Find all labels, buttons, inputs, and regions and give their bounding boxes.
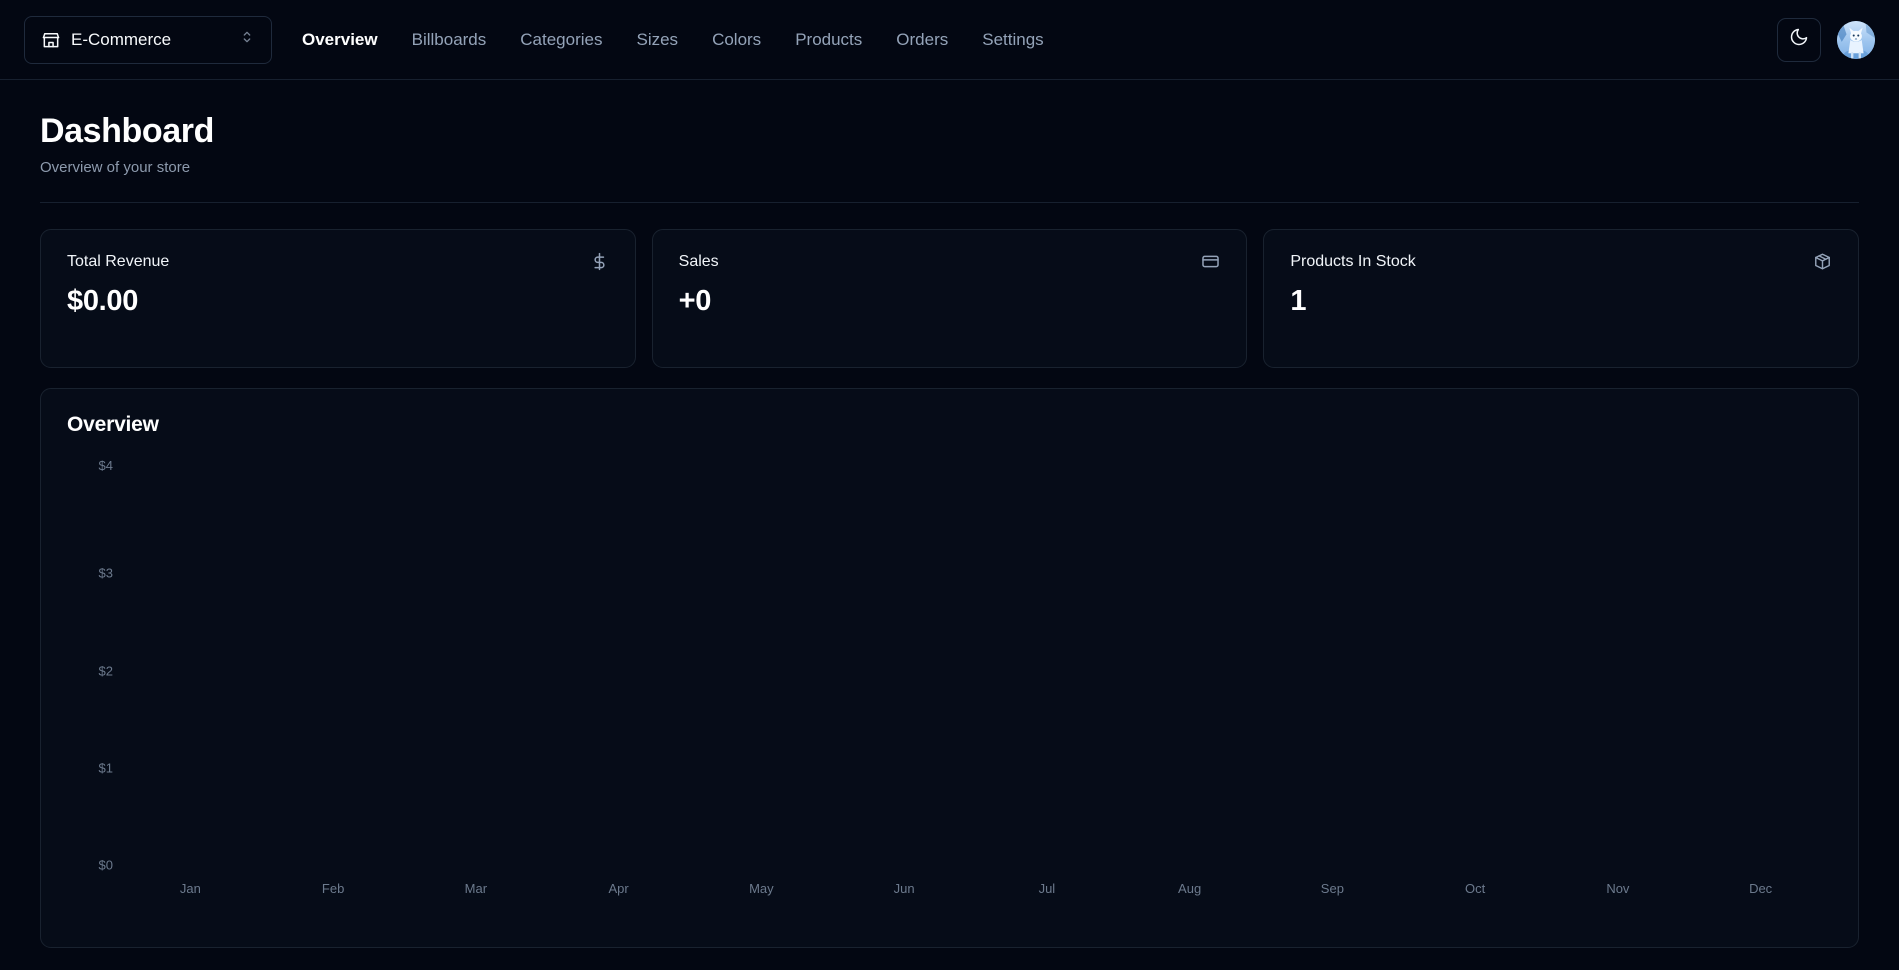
stat-label: Sales bbox=[679, 253, 719, 271]
stat-value: 1 bbox=[1290, 285, 1832, 318]
stat-card-total-revenue: Total Revenue $0.00 bbox=[40, 229, 636, 368]
x-axis-tick: Jun bbox=[833, 881, 976, 896]
x-axis-tick: Jan bbox=[119, 881, 262, 896]
x-axis-tick: Jul bbox=[976, 881, 1119, 896]
credit-card-icon bbox=[1201, 252, 1220, 271]
x-axis-tick: May bbox=[690, 881, 833, 896]
stat-card-products-in-stock: Products In Stock 1 bbox=[1263, 229, 1859, 368]
header-actions bbox=[1777, 18, 1875, 62]
y-axis-tick: $4 bbox=[99, 459, 113, 472]
stat-value: +0 bbox=[679, 285, 1221, 318]
store-switcher[interactable]: E-Commerce bbox=[24, 16, 272, 64]
x-axis-tick: Oct bbox=[1404, 881, 1547, 896]
chart-bar-slot bbox=[976, 463, 1119, 865]
chart-bar-slot bbox=[1404, 463, 1547, 865]
chart-body: $0 $1 $2 $3 $4 JanFebMarAprMayJunJulAugS… bbox=[67, 463, 1832, 911]
nav-item-overview[interactable]: Overview bbox=[302, 31, 378, 48]
nav-item-orders[interactable]: Orders bbox=[896, 31, 948, 48]
chart-bar-slot bbox=[1261, 463, 1404, 865]
nav-item-sizes[interactable]: Sizes bbox=[636, 31, 678, 48]
avatar[interactable] bbox=[1837, 21, 1875, 59]
x-axis-tick: Apr bbox=[547, 881, 690, 896]
chart-bar-slot bbox=[547, 463, 690, 865]
nav-item-colors[interactable]: Colors bbox=[712, 31, 761, 48]
chart-y-axis: $0 $1 $2 $3 $4 bbox=[67, 463, 119, 911]
chart-x-axis: JanFebMarAprMayJunJulAugSepOctNovDec bbox=[119, 865, 1832, 911]
dollar-sign-icon bbox=[590, 252, 609, 271]
x-axis-tick: Nov bbox=[1547, 881, 1690, 896]
chart-title: Overview bbox=[67, 413, 1832, 437]
app-header: E-Commerce Overview Billboards Categorie… bbox=[0, 0, 1899, 80]
chart-bar-slot bbox=[1689, 463, 1832, 865]
chart-bar-slot bbox=[833, 463, 976, 865]
section-divider bbox=[40, 202, 1859, 203]
y-axis-tick: $1 bbox=[99, 761, 113, 774]
stat-label: Total Revenue bbox=[67, 253, 169, 271]
stat-value: $0.00 bbox=[67, 285, 609, 318]
moon-icon bbox=[1789, 27, 1809, 52]
stat-card-sales: Sales +0 bbox=[652, 229, 1248, 368]
x-axis-tick: Mar bbox=[405, 881, 548, 896]
stat-card-header: Sales bbox=[679, 252, 1221, 271]
nav-item-products[interactable]: Products bbox=[795, 31, 862, 48]
chart-plot-area bbox=[119, 463, 1832, 865]
y-axis-tick: $0 bbox=[99, 859, 113, 872]
stats-row: Total Revenue $0.00 Sales bbox=[40, 229, 1859, 368]
chart-bar-slot bbox=[1547, 463, 1690, 865]
chart-bar-slot bbox=[690, 463, 833, 865]
store-name: E-Commerce bbox=[71, 30, 229, 50]
x-axis-tick: Sep bbox=[1261, 881, 1404, 896]
chart-bar-slot bbox=[119, 463, 262, 865]
overview-chart-card: Overview $0 $1 $2 $3 $4 JanFebMarAprMayJ… bbox=[40, 388, 1859, 948]
store-icon bbox=[41, 30, 61, 50]
nav-item-billboards[interactable]: Billboards bbox=[412, 31, 487, 48]
stat-card-header: Total Revenue bbox=[67, 252, 609, 271]
x-axis-tick: Aug bbox=[1118, 881, 1261, 896]
chevron-up-down-icon bbox=[239, 29, 255, 50]
x-axis-tick: Dec bbox=[1689, 881, 1832, 896]
stat-card-header: Products In Stock bbox=[1290, 252, 1832, 271]
stat-label: Products In Stock bbox=[1290, 253, 1415, 271]
chart-bar-slot bbox=[405, 463, 548, 865]
chart-bar-slot bbox=[262, 463, 405, 865]
chart-plot-wrap: JanFebMarAprMayJunJulAugSepOctNovDec bbox=[119, 463, 1832, 911]
main-nav: Overview Billboards Categories Sizes Col… bbox=[302, 0, 1044, 79]
page-content: Dashboard Overview of your store Total R… bbox=[0, 80, 1899, 948]
theme-toggle-button[interactable] bbox=[1777, 18, 1821, 62]
nav-item-settings[interactable]: Settings bbox=[982, 31, 1043, 48]
page-title: Dashboard bbox=[40, 112, 1859, 151]
chart-bar-slot bbox=[1118, 463, 1261, 865]
nav-item-categories[interactable]: Categories bbox=[520, 31, 602, 48]
package-icon bbox=[1813, 252, 1832, 271]
page-subtitle: Overview of your store bbox=[40, 159, 1859, 176]
y-axis-tick: $3 bbox=[99, 567, 113, 580]
y-axis-tick: $2 bbox=[99, 664, 113, 677]
x-axis-tick: Feb bbox=[262, 881, 405, 896]
